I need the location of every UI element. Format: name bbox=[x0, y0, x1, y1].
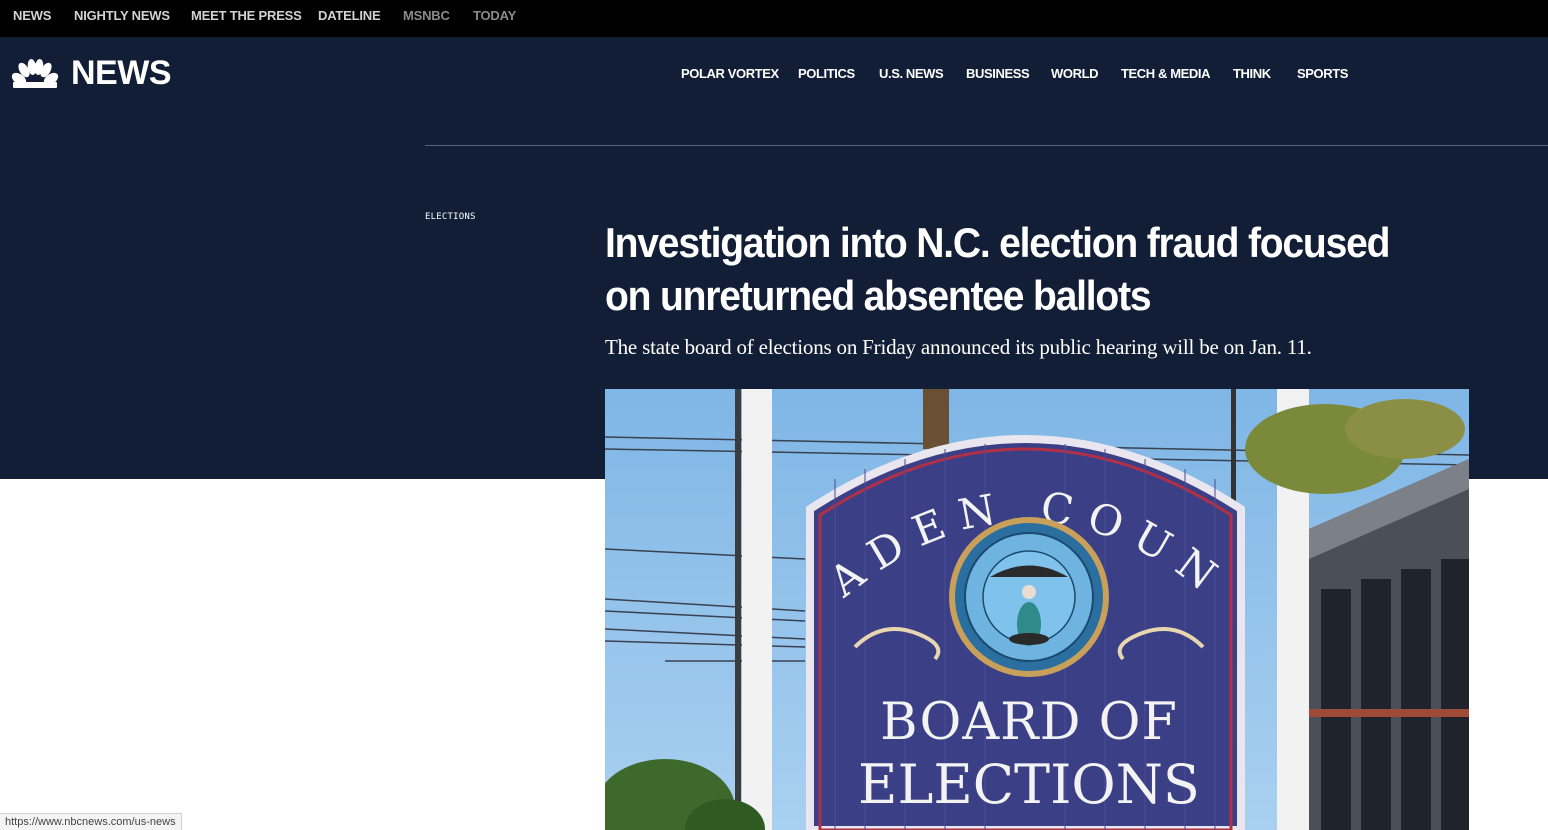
article-dek: The state board of elections on Friday a… bbox=[605, 335, 1312, 359]
sign-line-elections: ELECTIONS bbox=[858, 753, 1200, 816]
nav-item-business[interactable]: BUSINESS bbox=[966, 66, 1030, 82]
browser-status-bar: https://www.nbcnews.com/us-news bbox=[0, 813, 182, 830]
nav-item-sports[interactable]: SPORTS bbox=[1297, 66, 1348, 82]
nbc-news-logo[interactable]: NEWS bbox=[11, 54, 187, 92]
header-divider bbox=[425, 145, 1548, 146]
nav-item-politics[interactable]: POLITICS bbox=[798, 66, 855, 82]
network-link-nightly-news[interactable]: NIGHTLY NEWS bbox=[74, 0, 170, 31]
nav-item-world[interactable]: WORLD bbox=[1051, 66, 1099, 82]
sign-line-board-of: BOARD OF bbox=[880, 693, 1178, 752]
nav-item-polar-vortex[interactable]: POLAR VORTEX bbox=[681, 66, 779, 82]
network-link-dateline[interactable]: DATELINE bbox=[318, 0, 381, 31]
network-bar: NEWS NIGHTLY NEWS MEET THE PRESS DATELIN… bbox=[0, 0, 1548, 37]
network-link-news[interactable]: NEWS bbox=[13, 0, 51, 31]
network-link-today[interactable]: TODAY bbox=[473, 0, 516, 31]
article-headline: Investigation into N.C. election fraud f… bbox=[605, 219, 1390, 319]
nav-item-tech-media[interactable]: TECH & MEDIA bbox=[1121, 66, 1210, 82]
peacock-icon bbox=[11, 59, 59, 88]
network-link-meet-the-press[interactable]: MEET THE PRESS bbox=[191, 0, 302, 31]
hero-image: BLADEN COUNTY BOARD OF ELECTIONS bbox=[605, 389, 1469, 830]
nav-item-us-news[interactable]: U.S. NEWS bbox=[879, 66, 944, 82]
network-link-msnbc[interactable]: MSNBC bbox=[403, 0, 450, 31]
logo-wordmark: NEWS bbox=[71, 54, 172, 92]
nav-item-think[interactable]: THINK bbox=[1233, 66, 1271, 82]
article-category[interactable]: ELECTIONS bbox=[425, 211, 476, 223]
